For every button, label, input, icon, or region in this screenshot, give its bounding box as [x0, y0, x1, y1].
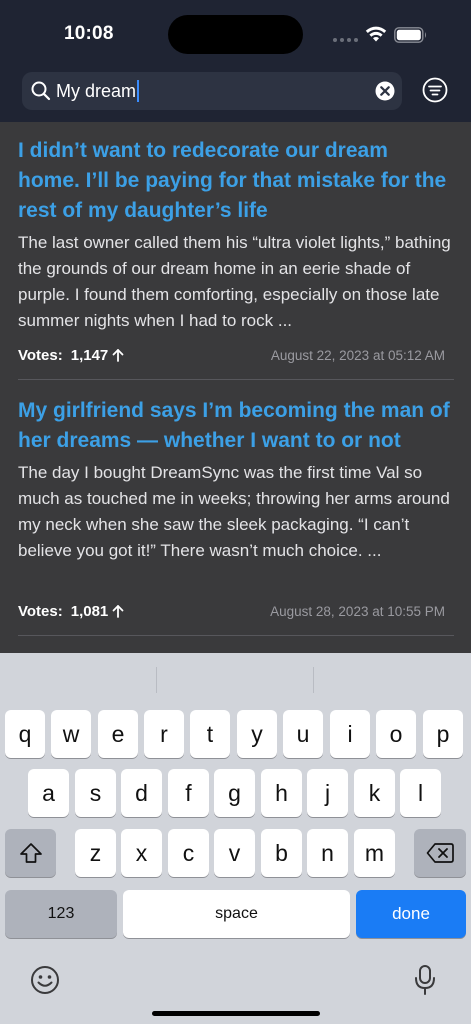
key-i[interactable]: i	[330, 710, 370, 758]
key-a[interactable]: a	[28, 769, 69, 817]
divider	[18, 379, 454, 380]
header: 10:08 My dream	[0, 0, 471, 122]
votes-value: 1,147	[70, 347, 109, 364]
shift-key[interactable]	[5, 829, 56, 877]
key-l[interactable]: l	[400, 769, 441, 817]
space-key[interactable]: space	[123, 890, 350, 938]
key-f[interactable]: f	[168, 769, 209, 817]
keyboard: q w e r t y u i o p a s d f g h j k l z …	[0, 653, 471, 1024]
story-card[interactable]: My girlfriend says I’m becoming the man …	[18, 396, 454, 564]
shift-icon	[19, 843, 42, 863]
key-x[interactable]: x	[121, 829, 162, 877]
backspace-icon	[426, 843, 454, 863]
done-key[interactable]: done	[356, 890, 466, 938]
key-q[interactable]: q	[5, 710, 45, 758]
story-meta: Votes: 1,081 August 28, 2023 at 10:55 PM	[18, 603, 454, 623]
votes-value: 1,081	[70, 603, 109, 620]
clear-icon[interactable]	[375, 81, 395, 101]
story-list[interactable]: I didn’t want to redecorate our dream ho…	[0, 122, 471, 653]
key-e[interactable]: e	[98, 710, 138, 758]
votes-label: Votes:	[18, 347, 63, 364]
filter-icon[interactable]	[422, 77, 448, 103]
key-j[interactable]: j	[307, 769, 348, 817]
key-b[interactable]: b	[261, 829, 302, 877]
key-d[interactable]: d	[121, 769, 162, 817]
numbers-key[interactable]: 123	[5, 890, 117, 938]
key-c[interactable]: c	[168, 829, 209, 877]
story-meta: Votes: 1,147 August 22, 2023 at 05:12 AM	[18, 347, 454, 367]
arrow-up-icon	[112, 349, 124, 362]
home-indicator[interactable]	[152, 1011, 320, 1016]
key-z[interactable]: z	[75, 829, 116, 877]
story-title[interactable]: My girlfriend says I’m becoming the man …	[18, 396, 454, 456]
story-excerpt: The last owner called them his “ultra vi…	[18, 233, 451, 330]
status-time: 10:08	[64, 23, 114, 44]
suggestion-separator	[156, 667, 157, 693]
story-card[interactable]: I didn’t want to redecorate our dream ho…	[18, 136, 454, 334]
battery-icon	[394, 27, 426, 43]
suggestion-separator	[313, 667, 314, 693]
story-date: August 28, 2023 at 10:55 PM	[270, 604, 445, 619]
key-u[interactable]: u	[283, 710, 323, 758]
key-g[interactable]: g	[214, 769, 255, 817]
key-v[interactable]: v	[214, 829, 255, 877]
story-title[interactable]: I didn’t want to redecorate our dream ho…	[18, 136, 454, 226]
story-date: August 22, 2023 at 05:12 AM	[270, 348, 445, 363]
emoji-icon[interactable]	[30, 965, 60, 995]
vote-count: Votes: 1,081	[18, 603, 124, 620]
key-m[interactable]: m	[354, 829, 395, 877]
key-k[interactable]: k	[354, 769, 395, 817]
key-t[interactable]: t	[190, 710, 230, 758]
search-icon	[31, 81, 51, 101]
votes-label: Votes:	[18, 603, 63, 620]
story-excerpt: The day I bought DreamSync was the first…	[18, 463, 450, 560]
divider	[18, 635, 454, 636]
search-input[interactable]: My dream	[56, 80, 140, 102]
vote-count: Votes: 1,147	[18, 347, 124, 364]
search-query: My dream	[56, 81, 137, 101]
key-o[interactable]: o	[376, 710, 416, 758]
cellular-signal-icon	[333, 38, 358, 42]
arrow-up-icon	[112, 605, 124, 618]
key-p[interactable]: p	[423, 710, 463, 758]
wifi-icon	[365, 26, 387, 42]
key-y[interactable]: y	[237, 710, 277, 758]
key-w[interactable]: w	[51, 710, 91, 758]
delete-key[interactable]	[414, 829, 466, 877]
key-s[interactable]: s	[75, 769, 116, 817]
microphone-icon[interactable]	[414, 964, 436, 996]
key-n[interactable]: n	[307, 829, 348, 877]
dynamic-island	[168, 15, 303, 54]
search-bar[interactable]: My dream	[22, 72, 402, 110]
key-r[interactable]: r	[144, 710, 184, 758]
text-cursor	[137, 80, 140, 102]
key-h[interactable]: h	[261, 769, 302, 817]
